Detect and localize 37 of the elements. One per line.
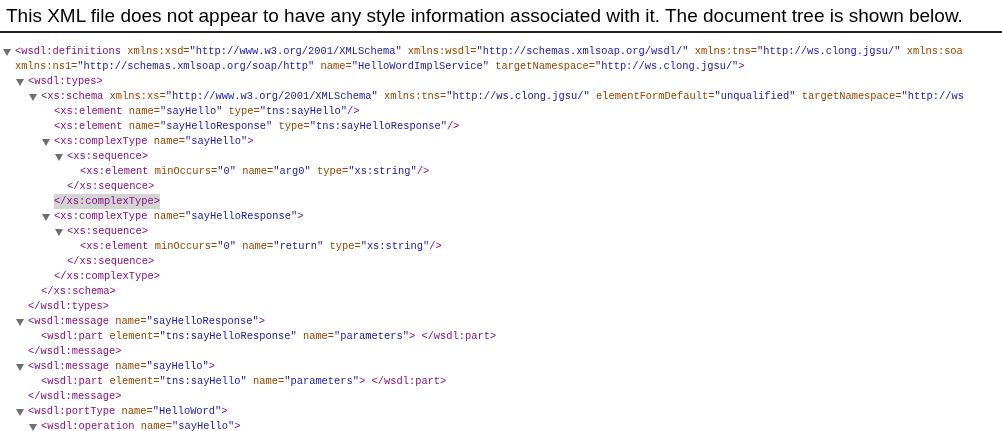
- expand-triangle-icon[interactable]: [29, 92, 37, 101]
- xml-line: <xs:element name="sayHelloResponse" type="tns:sayHelloResponse"/>: [54, 118, 460, 134]
- expand-triangle-icon[interactable]: [16, 407, 24, 416]
- xml-line: <xs:sequence>: [67, 148, 149, 164]
- xml-line: <wsdl:message name="sayHello">: [28, 358, 216, 374]
- xml-line: <xs:complexType name="sayHello">: [54, 133, 254, 149]
- xml-line: </xs:sequence>: [67, 253, 155, 269]
- xml-line: <wsdl:message name="sayHelloResponse">: [28, 313, 265, 329]
- xml-line: <wsdl:part element="tns:sayHelloResponse" name="parameters"> </wsdl:part>: [41, 328, 497, 344]
- xml-line: <xs:element minOccurs="0" name="return" type="xs:string"/>: [80, 238, 442, 254]
- style-notice: This XML file does not appear to have any style information associated with it. The document tree is shown below.: [6, 4, 964, 28]
- xml-line: <wsdl:operation name="sayHello">: [41, 418, 241, 431]
- xml-line: </xs:complexType>: [54, 268, 160, 284]
- xml-line: <xs:complexType name="sayHelloResponse">: [54, 208, 304, 224]
- expand-triangle-icon[interactable]: [42, 212, 50, 221]
- xml-line: xmlns:ns1="http://schemas.xmlsoap.org/soap/http" name="HelloWordImplService" targetNamespace="http://ws.clong.jgsu/">: [15, 58, 745, 74]
- xml-line: <xs:sequence>: [67, 223, 149, 239]
- expand-triangle-icon[interactable]: [16, 362, 24, 371]
- expand-triangle-icon[interactable]: [55, 152, 63, 161]
- xml-line: <wsdl:definitions xmlns:xsd="http://www.w3.org/2001/XMLSchema" xmlns:wsdl="http://schemas.xmlsoap.org/wsdl/" xmlns:tns="http://ws.clong.jgsu/" xmlns:soa: [15, 43, 963, 59]
- xml-line: <wsdl:part element="tns:sayHello" name="parameters"> </wsdl:part>: [41, 373, 447, 389]
- xml-line: </xs:schema>: [41, 283, 116, 299]
- xml-line: <xs:element minOccurs="0" name="arg0" type="xs:string"/>: [80, 163, 430, 179]
- xml-line: <wsdl:portType name="HelloWord">: [28, 403, 228, 419]
- expand-triangle-icon[interactable]: [16, 77, 24, 86]
- expand-triangle-icon[interactable]: [55, 227, 63, 236]
- expand-triangle-icon[interactable]: [16, 317, 24, 326]
- expand-triangle-icon[interactable]: [42, 137, 50, 146]
- xml-line: <xs:schema xmlns:xs="http://www.w3.org/2001/XMLSchema" xmlns:tns="http://ws.clong.jgsu/" elementFormDefault="unqualified" targetNamespace="http://ws: [41, 88, 964, 104]
- expand-triangle-icon[interactable]: [3, 47, 11, 56]
- xml-line: <wsdl:types>: [28, 73, 103, 89]
- expand-triangle-icon[interactable]: [29, 422, 37, 431]
- xml-line: </wsdl:message>: [28, 388, 122, 404]
- xml-line: </wsdl:types>: [28, 298, 110, 314]
- xml-line: </wsdl:message>: [28, 343, 122, 359]
- xml-line: <xs:element name="sayHello" type="tns:sayHello"/>: [54, 103, 360, 119]
- xml-line: </xs:sequence>: [67, 178, 155, 194]
